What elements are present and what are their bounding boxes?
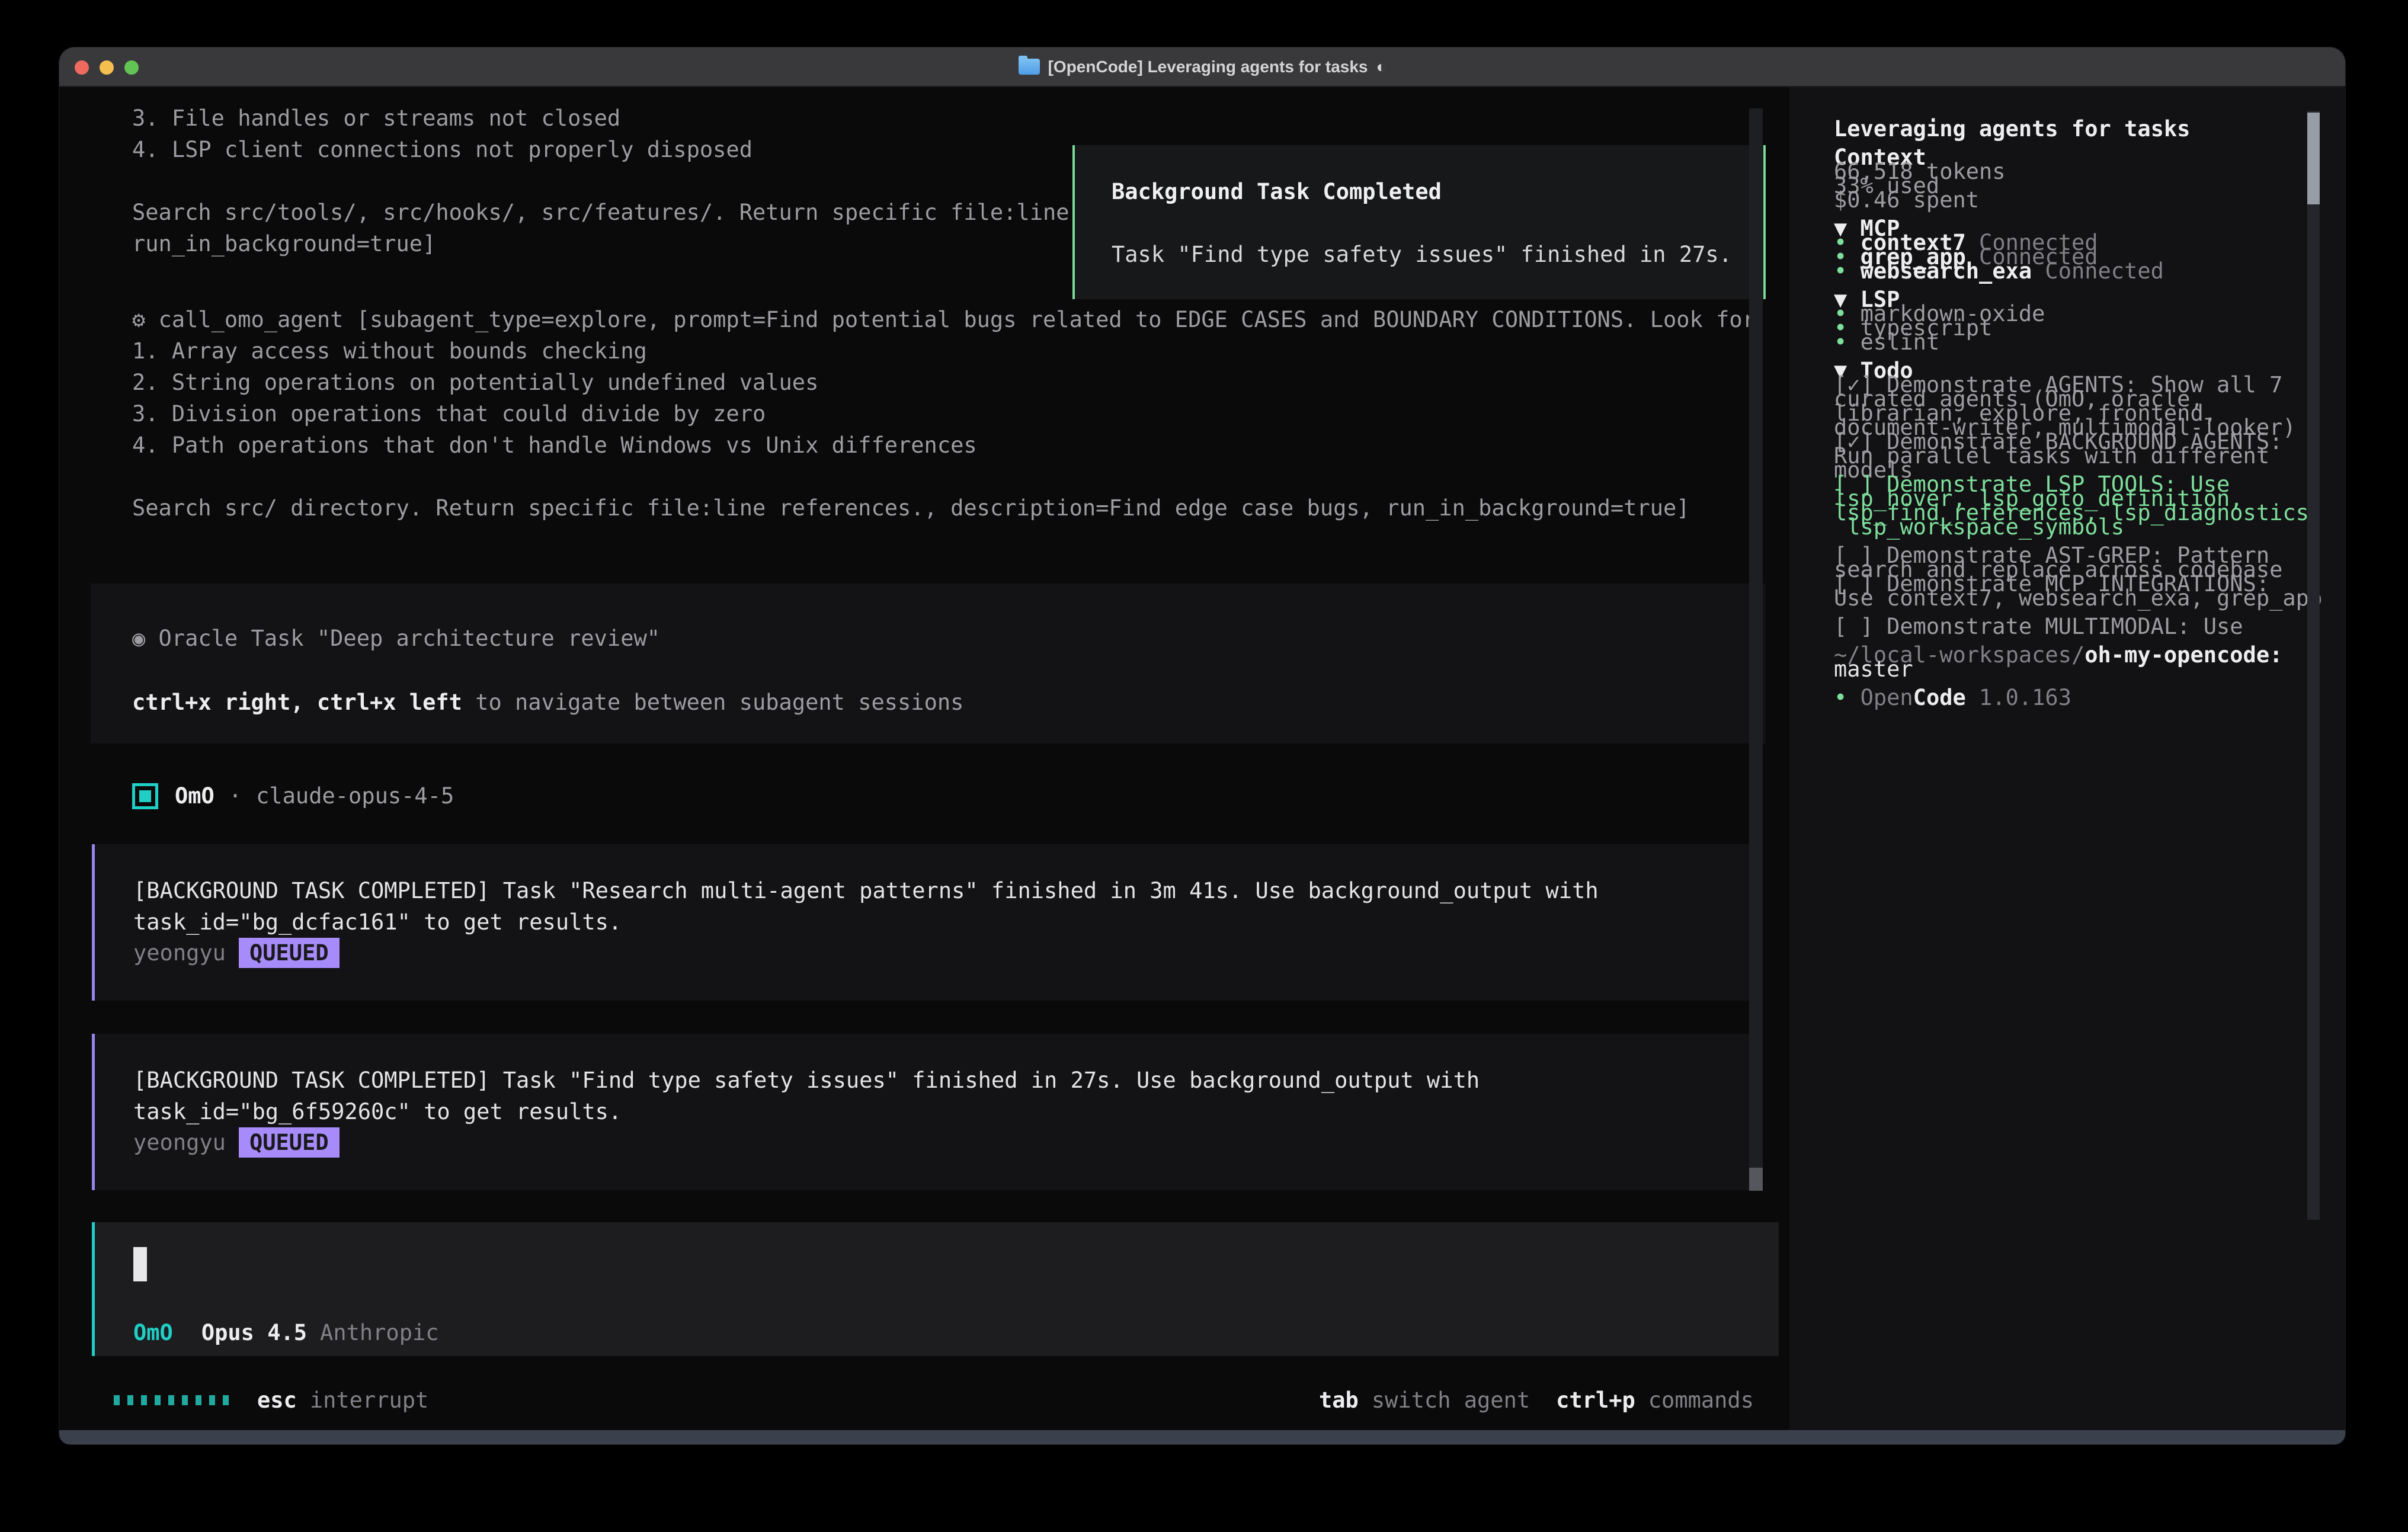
oracle-task-hint: ctrl+x right, ctrl+x left to navigate be… xyxy=(132,687,146,718)
message-meta-row: yeongyu QUEUED xyxy=(133,938,340,968)
spinner-dot xyxy=(196,1395,201,1405)
background-task-message: [BACKGROUND TASK COMPLETED] Task "Resear… xyxy=(92,844,1749,1001)
oracle-task-panel[interactable]: ◉ Oracle Task "Deep architecture review"… xyxy=(91,584,1766,743)
toast-title: Background Task Completed xyxy=(1112,176,1763,207)
sidebar-line: Leveraging agents for tasks xyxy=(1834,113,1848,127)
spinner-dot xyxy=(182,1395,188,1405)
main-scrollbar[interactable] xyxy=(1749,108,1763,1191)
agent-model: claude-opus-4-5 xyxy=(256,783,454,809)
toast-body: Task "Find type safety issues" finished … xyxy=(1112,239,1763,270)
message-line: [BACKGROUND TASK COMPLETED] Task "Resear… xyxy=(133,875,1599,906)
terminal-line: 2. String operations on potentially unde… xyxy=(132,367,146,398)
message-line: task_id="bg_6f59260c" to get results. xyxy=(133,1096,622,1127)
tab-key-hint: tab xyxy=(1319,1387,1359,1413)
spinner-dot xyxy=(209,1395,215,1405)
esc-key-label: interrupt xyxy=(310,1387,428,1413)
terminal-line: 3. File handles or streams not closed xyxy=(132,102,146,134)
main-scrollbar-thumb[interactable] xyxy=(1749,1168,1763,1191)
sidebar-scrollbar[interactable] xyxy=(2307,111,2320,1220)
status-badge: QUEUED xyxy=(239,1127,340,1158)
agent-header: OmO · claude-opus-4-5 xyxy=(132,780,454,812)
terminal-line: ⚙ call_omo_agent [subagent_type=explore,… xyxy=(132,304,146,335)
message-line: task_id="bg_dcfac161" to get results. xyxy=(133,906,622,938)
terminal-line: 1. Array access without bounds checking xyxy=(132,335,146,367)
zoom-button[interactable] xyxy=(124,60,139,75)
terminal-line xyxy=(132,461,146,492)
traffic-lights xyxy=(75,47,139,87)
spinner-dot xyxy=(168,1395,174,1405)
terminal-line: 3. Division operations that could divide… xyxy=(132,398,146,430)
oracle-task-title: ◉ Oracle Task "Deep architecture review" xyxy=(132,623,146,654)
ctrlp-key-hint: ctrl+p xyxy=(1556,1387,1635,1413)
background-task-toast: Background Task Completed Task "Find typ… xyxy=(1072,145,1766,299)
separator-dot: · xyxy=(229,783,242,809)
terminal-line: run_in_background=true] xyxy=(132,228,146,259)
tool-call-output: ⚙ call_omo_agent [subagent_type=explore,… xyxy=(132,304,146,524)
sidebar-scrollbar-thumb[interactable] xyxy=(2307,113,2320,204)
terminal-line: Search src/tools/, src/hooks/, src/featu… xyxy=(132,197,146,228)
input-model-name[interactable]: Opus 4.5 xyxy=(201,1320,307,1345)
terminal-line: 4. Path operations that don't handle Win… xyxy=(132,430,146,461)
busy-spinner-dots xyxy=(114,1395,229,1405)
background-task-message: [BACKGROUND TASK COMPLETED] Task "Find t… xyxy=(92,1034,1749,1190)
tab-key-label: switch agent xyxy=(1372,1387,1530,1413)
input-agent-name: OmO xyxy=(133,1320,173,1345)
sidebar: Leveraging agents for tasks Context66,51… xyxy=(1789,87,2345,1430)
input-status-row: OmO Opus 4.5 Anthropic xyxy=(133,1320,439,1345)
folder-icon xyxy=(1019,59,1040,75)
message-user: yeongyu xyxy=(133,1130,226,1155)
sidebar-content: Leveraging agents for tasks Context66,51… xyxy=(1834,113,2308,696)
terminal-line: Search src/ directory. Return specific f… xyxy=(132,492,146,524)
input-provider-name: Anthropic xyxy=(320,1320,438,1345)
status-bar: esc interrupt tab switch agent ctrl+p co… xyxy=(59,1382,1789,1418)
window-bottom-edge xyxy=(59,1430,2345,1444)
status-bar-right: tab switch agent ctrl+p commands xyxy=(1319,1387,1754,1413)
agent-checkbox-icon xyxy=(132,783,158,809)
spinner-dot xyxy=(127,1395,133,1405)
opencode-window: [OpenCode] Leveraging agents for tasks ◐… xyxy=(59,47,2345,1444)
terminal-output-top: 3. File handles or streams not closed4. … xyxy=(132,102,146,259)
agent-name: OmO xyxy=(175,783,214,809)
message-user: yeongyu xyxy=(133,940,226,966)
oracle-line: ◉ Oracle Task "Deep architecture review" xyxy=(132,623,146,654)
window-title-area: [OpenCode] Leveraging agents for tasks ◐ xyxy=(1019,57,1386,76)
ctrlp-key-label: commands xyxy=(1648,1387,1754,1413)
spinner-dot xyxy=(141,1395,147,1405)
terminal-pane: 3. File handles or streams not closed4. … xyxy=(59,87,2345,1430)
prompt-input[interactable]: OmO Opus 4.5 Anthropic xyxy=(92,1222,1779,1356)
oracle-line: ctrl+x right, ctrl+x left to navigate be… xyxy=(132,687,146,718)
window-title: [OpenCode] Leveraging agents for tasks xyxy=(1048,57,1368,76)
moon-icon: ◐ xyxy=(1376,57,1386,76)
message-meta-row: yeongyu QUEUED xyxy=(133,1127,340,1158)
spinner-dot xyxy=(114,1395,120,1405)
esc-key-hint: esc xyxy=(257,1387,297,1413)
message-line: [BACKGROUND TASK COMPLETED] Task "Find t… xyxy=(133,1065,1480,1096)
spinner-dot xyxy=(155,1395,161,1405)
minimize-button[interactable] xyxy=(100,60,114,75)
status-badge: QUEUED xyxy=(239,938,340,968)
close-button[interactable] xyxy=(75,60,89,75)
text-cursor xyxy=(133,1247,147,1281)
titlebar[interactable]: [OpenCode] Leveraging agents for tasks ◐ xyxy=(59,47,2345,87)
terminal-line: 4. LSP client connections not properly d… xyxy=(132,134,146,165)
spinner-dot xyxy=(223,1395,229,1405)
terminal-line xyxy=(132,165,146,197)
